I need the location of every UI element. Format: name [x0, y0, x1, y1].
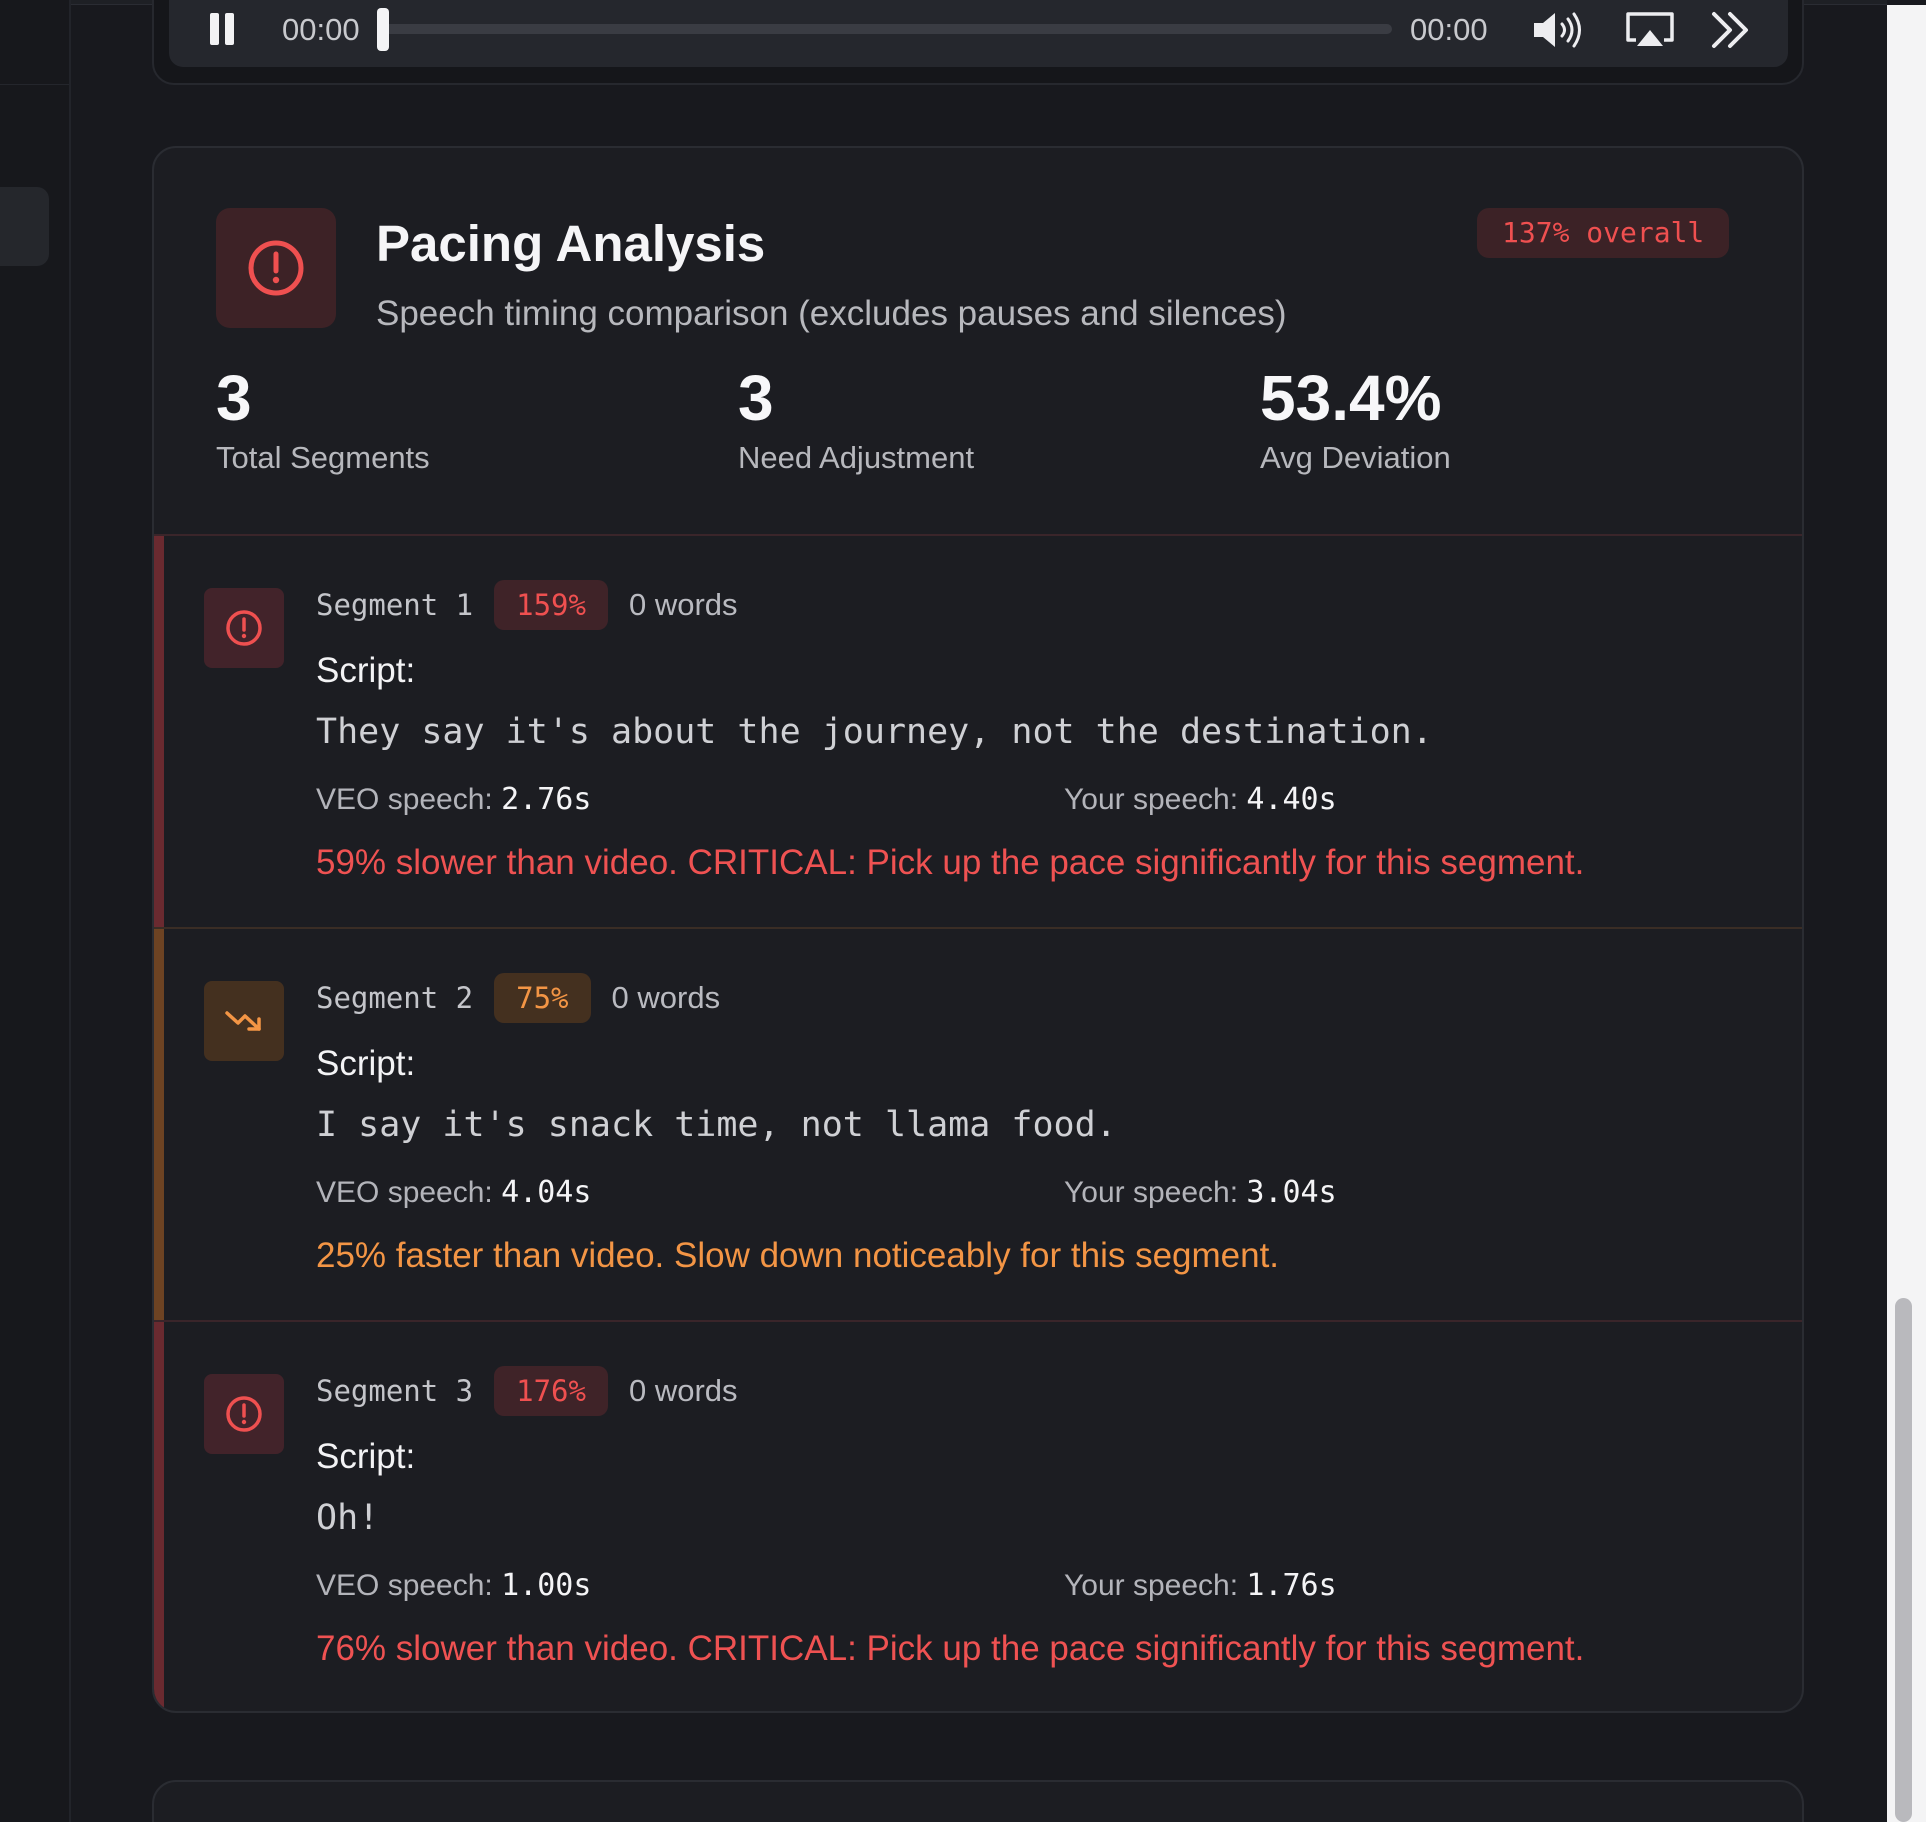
stat-total-segments: 3 Total Segments	[216, 362, 430, 476]
veo-speech-label: VEO speech:	[316, 1176, 493, 1209]
veo-speech: VEO speech: 2.76s	[316, 782, 591, 817]
stat-value: 3	[216, 362, 252, 434]
your-speech: Your speech: 3.04s	[1064, 1175, 1337, 1210]
skip-forward-icon[interactable]	[1704, 8, 1760, 52]
segment-percent-badge: 176%	[494, 1366, 608, 1416]
stat-avg-deviation: 53.4% Avg Deviation	[1260, 362, 1451, 476]
progress-handle[interactable]	[377, 8, 389, 51]
your-speech: Your speech: 1.76s	[1064, 1568, 1337, 1603]
card-subtitle: Speech timing comparison (excludes pause…	[376, 294, 1287, 333]
stat-label: Avg Deviation	[1260, 440, 1451, 475]
your-speech-value: 4.40s	[1246, 782, 1337, 817]
current-time: 00:00	[282, 12, 360, 47]
veo-speech: VEO speech: 1.00s	[316, 1568, 591, 1603]
segment-percent-badge: 75%	[494, 973, 591, 1023]
stat-label: Total Segments	[216, 440, 430, 475]
segment-name: Segment 3	[316, 1374, 474, 1408]
segment-header: Segment 2 75% 0 words	[316, 973, 720, 1023]
severity-stripe	[154, 929, 164, 1320]
script-text: They say it's about the journey, not the…	[316, 712, 1433, 752]
segment-word-count: 0 words	[611, 980, 721, 1015]
segment-header: Segment 1 159% 0 words	[316, 580, 738, 630]
trending-down-icon	[225, 1011, 261, 1031]
your-speech-value: 3.04s	[1246, 1175, 1337, 1210]
script-text: Oh!	[316, 1498, 380, 1538]
progress-track[interactable]	[384, 24, 1392, 34]
script-text: I say it's snack time, not llama food.	[316, 1105, 1117, 1145]
pacing-analysis-card: Pacing Analysis Speech timing comparison…	[152, 146, 1804, 1713]
veo-speech-value: 4.04s	[501, 1175, 592, 1210]
stat-need-adjustment: 3 Need Adjustment	[738, 362, 974, 476]
segment-word-count: 0 words	[628, 587, 738, 622]
segment-status-badge	[204, 981, 284, 1061]
script-label: Script:	[316, 1044, 416, 1083]
next-card	[152, 1780, 1804, 1822]
segment-advice: 25% faster than video. Slow down noticea…	[316, 1236, 1280, 1275]
card-title: Pacing Analysis	[376, 215, 766, 272]
sidebar-divider	[0, 84, 69, 85]
your-speech-value: 1.76s	[1246, 1568, 1337, 1603]
veo-speech-label: VEO speech:	[316, 1569, 493, 1602]
segment-advice: 59% slower than video. CRITICAL: Pick up…	[316, 843, 1585, 882]
segment-name: Segment 1	[316, 588, 474, 622]
header-alert-badge	[216, 208, 336, 328]
veo-speech-value: 2.76s	[501, 782, 592, 817]
veo-speech: VEO speech: 4.04s	[316, 1175, 591, 1210]
your-speech: Your speech: 4.40s	[1064, 782, 1337, 817]
sidebar-active-item[interactable]	[0, 187, 49, 266]
scrollbar-thumb[interactable]	[1895, 1298, 1912, 1822]
segment-word-count: 0 words	[628, 1373, 738, 1408]
stat-value: 3	[738, 362, 774, 434]
sidebar	[0, 0, 71, 1822]
your-speech-label: Your speech:	[1064, 1569, 1239, 1602]
alert-circle-icon	[226, 1396, 262, 1432]
pause-icon[interactable]	[208, 13, 236, 45]
segment-header: Segment 3 176% 0 words	[316, 1366, 738, 1416]
segment-row: Segment 3 176% 0 words Script: Oh! VEO s…	[154, 1320, 1802, 1711]
airplay-icon[interactable]	[1622, 8, 1678, 52]
volume-icon[interactable]	[1530, 8, 1586, 52]
alert-circle-icon	[226, 610, 262, 646]
segment-percent-badge: 159%	[494, 580, 608, 630]
stat-label: Need Adjustment	[738, 440, 975, 475]
veo-speech-label: VEO speech:	[316, 783, 493, 816]
your-speech-label: Your speech:	[1064, 1176, 1239, 1209]
overall-badge: 137% overall	[1477, 208, 1730, 258]
severity-stripe	[154, 536, 164, 927]
script-label: Script:	[316, 651, 416, 690]
segment-status-badge	[204, 588, 284, 668]
your-speech-label: Your speech:	[1064, 783, 1239, 816]
segment-row: Segment 2 75% 0 words Script: I say it's…	[154, 927, 1802, 1320]
segment-status-badge	[204, 1374, 284, 1454]
severity-stripe	[154, 1322, 164, 1711]
total-time: 00:00	[1410, 12, 1488, 47]
segment-name: Segment 2	[316, 981, 474, 1015]
veo-speech-value: 1.00s	[501, 1568, 592, 1603]
alert-circle-icon	[248, 240, 304, 296]
segment-advice: 76% slower than video. CRITICAL: Pick up…	[316, 1629, 1585, 1668]
stat-value: 53.4%	[1260, 362, 1442, 434]
segment-row: Segment 1 159% 0 words Script: They say …	[154, 534, 1802, 927]
script-label: Script:	[316, 1437, 416, 1476]
